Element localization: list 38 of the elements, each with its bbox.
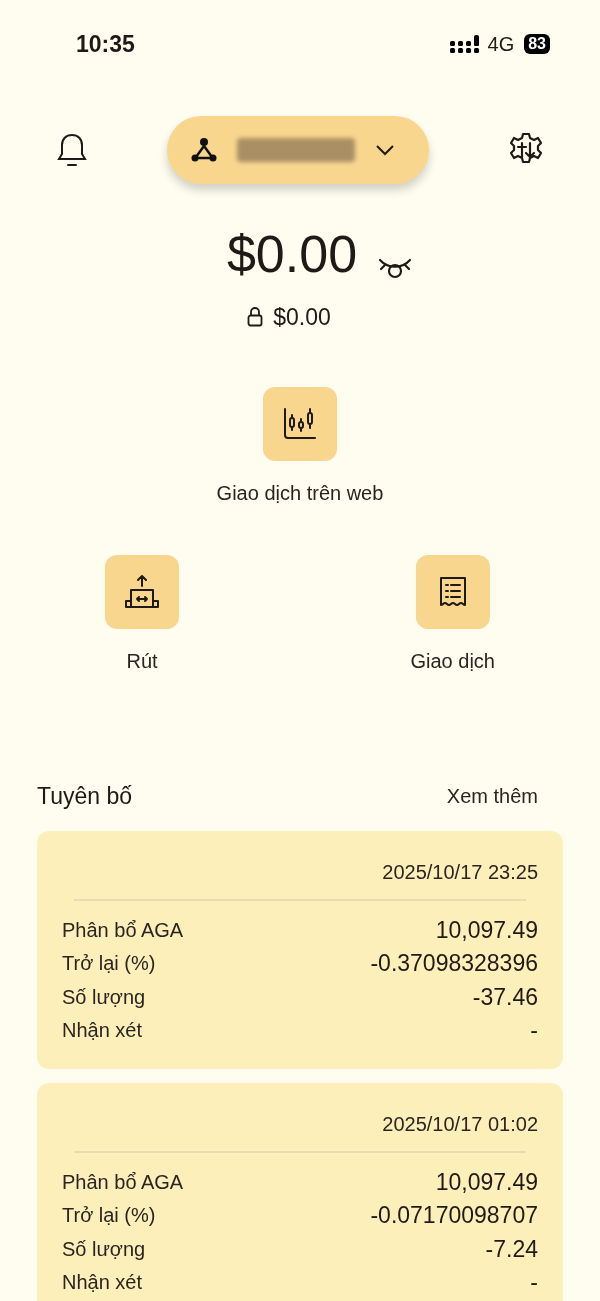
row-value: -0.37098328396: [370, 949, 538, 978]
locked-balance: $0.00: [273, 303, 331, 332]
row-label: Trở lại (%): [62, 1203, 156, 1229]
row-value: -: [530, 1016, 538, 1045]
row-label: Số lượng: [62, 984, 146, 1010]
bell-icon[interactable]: [56, 132, 88, 168]
row-value: -7.24: [485, 1234, 538, 1264]
action-label: Giao dịch trên web: [216, 482, 384, 503]
action-button[interactable]: [263, 386, 337, 461]
row-value: 10,097.49: [435, 915, 538, 945]
account-selector[interactable]: [167, 116, 429, 184]
row-label: Phân bổ AGA: [62, 917, 184, 943]
row-value: -37.46: [472, 982, 538, 1012]
withdraw-cash-icon: [123, 572, 161, 611]
statement-time: 2025/10/17 01:02: [382, 1112, 538, 1137]
lock-icon: [247, 307, 264, 328]
status-time: 10:35: [76, 29, 135, 59]
row-label: Nhận xét: [62, 1018, 143, 1044]
action-button[interactable]: [105, 554, 179, 629]
account-icon: [191, 137, 217, 163]
row-label: Trở lại (%): [62, 951, 156, 977]
row-value: -: [530, 1268, 538, 1297]
statement-time: 2025/10/17 23:25: [382, 860, 538, 885]
row-label: Phân bổ AGA: [62, 1169, 184, 1195]
chevron-down-icon: [375, 144, 395, 156]
action-label: Giao dịch: [410, 650, 495, 671]
row-value: -0.07170098707: [370, 1201, 538, 1230]
row-label: Nhận xét: [62, 1270, 143, 1296]
row-value: 10,097.49: [435, 1167, 538, 1197]
see-more-link[interactable]: Xem thêm: [446, 780, 538, 811]
row-label: Số lượng: [62, 1236, 146, 1262]
action-label: Rút: [126, 650, 158, 671]
action-button[interactable]: [415, 554, 490, 629]
network-label: 4G: [487, 32, 515, 57]
battery-indicator: 83: [524, 34, 550, 54]
total-balance: $0.00: [226, 228, 358, 280]
section-title: Tuyên bố: [37, 781, 133, 811]
signal-icon: [449, 35, 482, 53]
